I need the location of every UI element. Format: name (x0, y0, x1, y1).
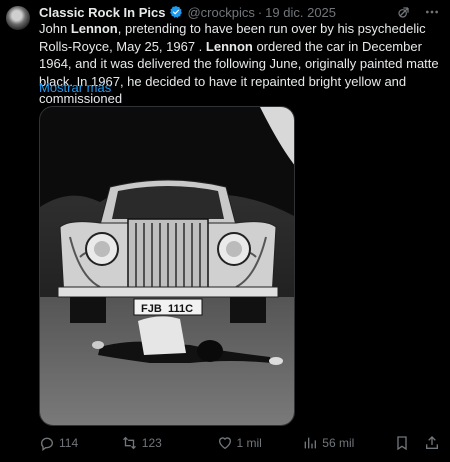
top-actions (396, 4, 440, 20)
more-options-icon[interactable] (424, 4, 440, 20)
secondary-actions (394, 435, 440, 451)
license-plate-prefix: FJB (141, 303, 162, 315)
text-bold: Lennon (205, 38, 253, 54)
retweet-icon (121, 435, 138, 451)
show-more-link[interactable]: Mostrar más (39, 80, 111, 95)
tweet-actions: 114 123 1 mil 56 mil (39, 432, 440, 454)
tweet-photo[interactable]: FJB 111C (39, 106, 295, 426)
tweet-date[interactable]: 19 dic. 2025 (265, 5, 336, 20)
header-separator: · (257, 4, 263, 20)
tweet-header: Classic Rock In Pics @crockpics · 19 dic… (39, 3, 336, 21)
views-button[interactable]: 56 mil (302, 435, 394, 451)
author-handle[interactable]: @crockpics (187, 5, 254, 20)
like-count: 1 mil (236, 436, 262, 450)
grok-icon[interactable] (396, 4, 412, 20)
view-count: 56 mil (322, 436, 355, 450)
bookmark-icon[interactable] (394, 435, 410, 451)
retweet-button[interactable]: 123 (121, 435, 217, 451)
reply-icon (39, 435, 55, 451)
reply-count: 114 (59, 436, 79, 450)
text-part: John (39, 21, 71, 36)
author-avatar[interactable] (6, 6, 30, 30)
author-name[interactable]: Classic Rock In Pics (39, 5, 165, 20)
retweet-count: 123 (141, 436, 162, 450)
share-icon[interactable] (424, 435, 440, 451)
verified-badge-icon[interactable] (169, 5, 183, 19)
reply-button[interactable]: 114 (39, 435, 121, 451)
like-icon (217, 435, 233, 451)
views-icon (302, 435, 318, 451)
text-bold: Lennon (70, 21, 118, 36)
like-button[interactable]: 1 mil (217, 435, 303, 451)
license-plate-suffix: 111C (168, 303, 193, 315)
